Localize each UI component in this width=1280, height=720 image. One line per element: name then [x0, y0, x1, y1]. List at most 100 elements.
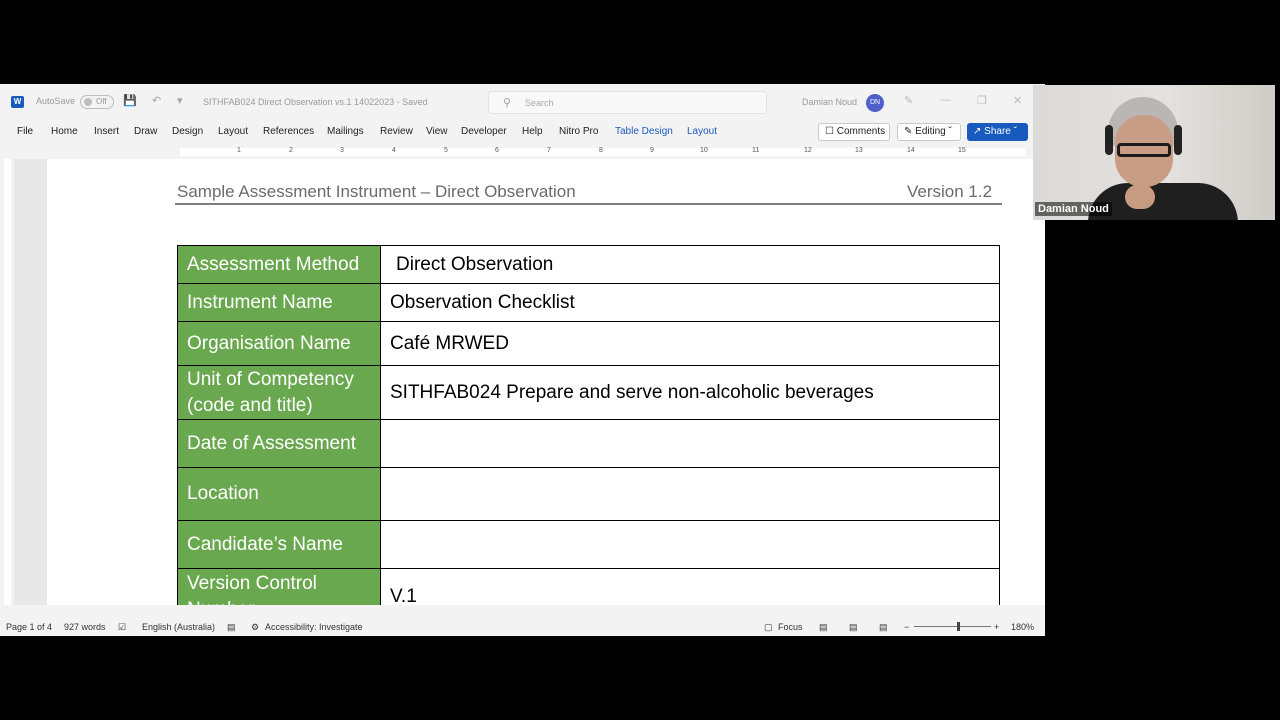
ribbon-tabs: File Home Insert Draw Design Layout Refe…: [0, 119, 1045, 145]
word-count[interactable]: 927 words: [64, 622, 106, 632]
headset-right: [1174, 125, 1182, 155]
row-label[interactable]: Organisation Name: [177, 321, 381, 366]
row-value[interactable]: [380, 419, 1000, 468]
tab-references[interactable]: References: [263, 126, 314, 137]
ruler-number: 9: [650, 147, 654, 154]
pen-icon[interactable]: ✎: [904, 94, 913, 107]
ruler-number: 11: [752, 147, 760, 154]
accessibility-status[interactable]: Accessibility: Investigate: [265, 622, 363, 632]
ruler-number: 4: [392, 147, 396, 154]
table-row: Organisation Name Café MRWED: [177, 321, 1000, 366]
tab-layout[interactable]: Layout: [218, 126, 248, 137]
row-value[interactable]: Observation Checklist: [380, 283, 1000, 322]
save-icon[interactable]: 💾: [123, 94, 137, 107]
ruler-number: 3: [340, 147, 344, 154]
share-label: Share: [984, 126, 1011, 137]
row-label[interactable]: Date of Assessment: [177, 419, 381, 468]
autosave-label: AutoSave: [36, 96, 76, 106]
tab-home[interactable]: Home: [51, 126, 78, 137]
table-row: Location: [177, 467, 1000, 521]
header-divider: [175, 203, 1002, 205]
autosave-toggle[interactable]: Off: [80, 95, 114, 109]
close-icon[interactable]: ✕: [1013, 94, 1022, 107]
table-row: Date of Assessment: [177, 419, 1000, 468]
row-label[interactable]: Assessment Method: [177, 245, 381, 284]
row-label[interactable]: Location: [177, 467, 381, 521]
person-glasses: [1117, 143, 1171, 157]
ruler-number: 8: [599, 147, 603, 154]
row-label[interactable]: Instrument Name: [177, 283, 381, 322]
proofing-icon[interactable]: ☑: [118, 622, 126, 633]
zoom-out-icon[interactable]: −: [904, 622, 909, 632]
editing-button[interactable]: ✎ Editing ˇ: [897, 123, 961, 141]
minimize-icon[interactable]: —: [940, 94, 951, 106]
search-input[interactable]: ⚲ Search: [488, 91, 767, 114]
comments-button[interactable]: ☐ Comments: [818, 123, 890, 141]
share-button[interactable]: ↗ Share ˇ: [967, 123, 1028, 141]
row-value[interactable]: [380, 467, 1000, 521]
vertical-ruler[interactable]: [0, 159, 14, 605]
header-version: Version 1.2: [907, 182, 993, 201]
autosave-state: Off: [96, 97, 107, 106]
tab-insert[interactable]: Insert: [94, 126, 119, 137]
ruler-number: 10: [700, 147, 708, 154]
page-count[interactable]: Page 1 of 4: [6, 622, 52, 632]
tab-mailings[interactable]: Mailings: [327, 126, 364, 137]
table-row: Version Control Number V.1: [177, 568, 1000, 605]
zoom-slider-thumb[interactable]: [957, 622, 960, 631]
tab-nitro-pro[interactable]: Nitro Pro: [559, 126, 598, 137]
table-row: Assessment Method Direct Observation: [177, 245, 1000, 284]
undo-icon[interactable]: ↶: [152, 94, 161, 107]
tab-view[interactable]: View: [426, 126, 448, 137]
restore-icon[interactable]: ❐: [977, 94, 987, 107]
zoom-slider[interactable]: [914, 626, 991, 627]
row-label[interactable]: Candidate’s Name: [177, 520, 381, 569]
tab-file[interactable]: File: [17, 126, 33, 137]
participant-name: Damian Noud: [1035, 202, 1112, 216]
status-bar: Page 1 of 4 927 words ☑ English (Austral…: [0, 616, 1045, 636]
read-mode-icon[interactable]: ▤: [819, 622, 828, 633]
word-logo-icon: W: [11, 96, 24, 108]
table-row: Unit of Competency (code and title) SITH…: [177, 365, 1000, 420]
tab-design[interactable]: Design: [172, 126, 203, 137]
tab-draw[interactable]: Draw: [134, 126, 157, 137]
tab-table-design[interactable]: Table Design: [615, 126, 673, 137]
webcam-video: Damian Noud: [1033, 85, 1275, 220]
assessment-table: Assessment Method Direct Observation Ins…: [177, 245, 1000, 605]
ruler-number: 5: [444, 147, 448, 154]
ruler-number: 15: [958, 147, 966, 154]
tab-table-layout[interactable]: Layout: [687, 126, 717, 137]
zoom-level[interactable]: 180%: [1011, 622, 1034, 632]
table-row: Candidate’s Name: [177, 520, 1000, 569]
ruler-number: 2: [289, 147, 293, 154]
document-canvas[interactable]: Sample Assessment Instrument – Direct Ob…: [14, 159, 1045, 605]
ruler-number: 12: [804, 147, 812, 154]
tab-developer[interactable]: Developer: [461, 126, 507, 137]
row-value[interactable]: SITHFAB024 Prepare and serve non-alcohol…: [380, 365, 1000, 420]
user-name[interactable]: Damian Noud: [802, 97, 857, 107]
row-value[interactable]: Café MRWED: [380, 321, 1000, 366]
row-value[interactable]: V.1: [380, 568, 1000, 605]
row-value[interactable]: Direct Observation: [380, 245, 1000, 284]
header-title: Sample Assessment Instrument – Direct Ob…: [177, 182, 576, 201]
avatar[interactable]: DN: [866, 94, 884, 112]
predictions-icon[interactable]: ▤: [227, 622, 236, 633]
focus-button[interactable]: Focus: [778, 622, 803, 632]
tab-help[interactable]: Help: [522, 126, 543, 137]
edit-pencil-icon: ✎: [904, 126, 913, 137]
web-layout-icon[interactable]: ▤: [879, 622, 888, 633]
accessibility-icon: ⚙: [251, 622, 260, 632]
zoom-in-icon[interactable]: +: [994, 622, 999, 632]
customize-qat-icon[interactable]: ▾: [177, 94, 183, 107]
tab-review[interactable]: Review: [380, 126, 413, 137]
document-page[interactable]: Sample Assessment Instrument – Direct Ob…: [47, 159, 1045, 605]
print-layout-icon[interactable]: ▤: [849, 622, 858, 633]
row-label[interactable]: Unit of Competency (code and title): [177, 365, 381, 420]
document-title[interactable]: SITHFAB024 Direct Observation vs.1 14022…: [203, 97, 428, 107]
horizontal-ruler[interactable]: 1 2 3 4 5 6 7 8 9 10 11 12 13 14 15: [0, 145, 1045, 159]
search-icon: ⚲: [503, 97, 512, 109]
row-label[interactable]: Version Control Number: [177, 568, 381, 605]
ruler-number: 1: [237, 147, 241, 154]
language[interactable]: English (Australia): [142, 622, 215, 632]
row-value[interactable]: [380, 520, 1000, 569]
